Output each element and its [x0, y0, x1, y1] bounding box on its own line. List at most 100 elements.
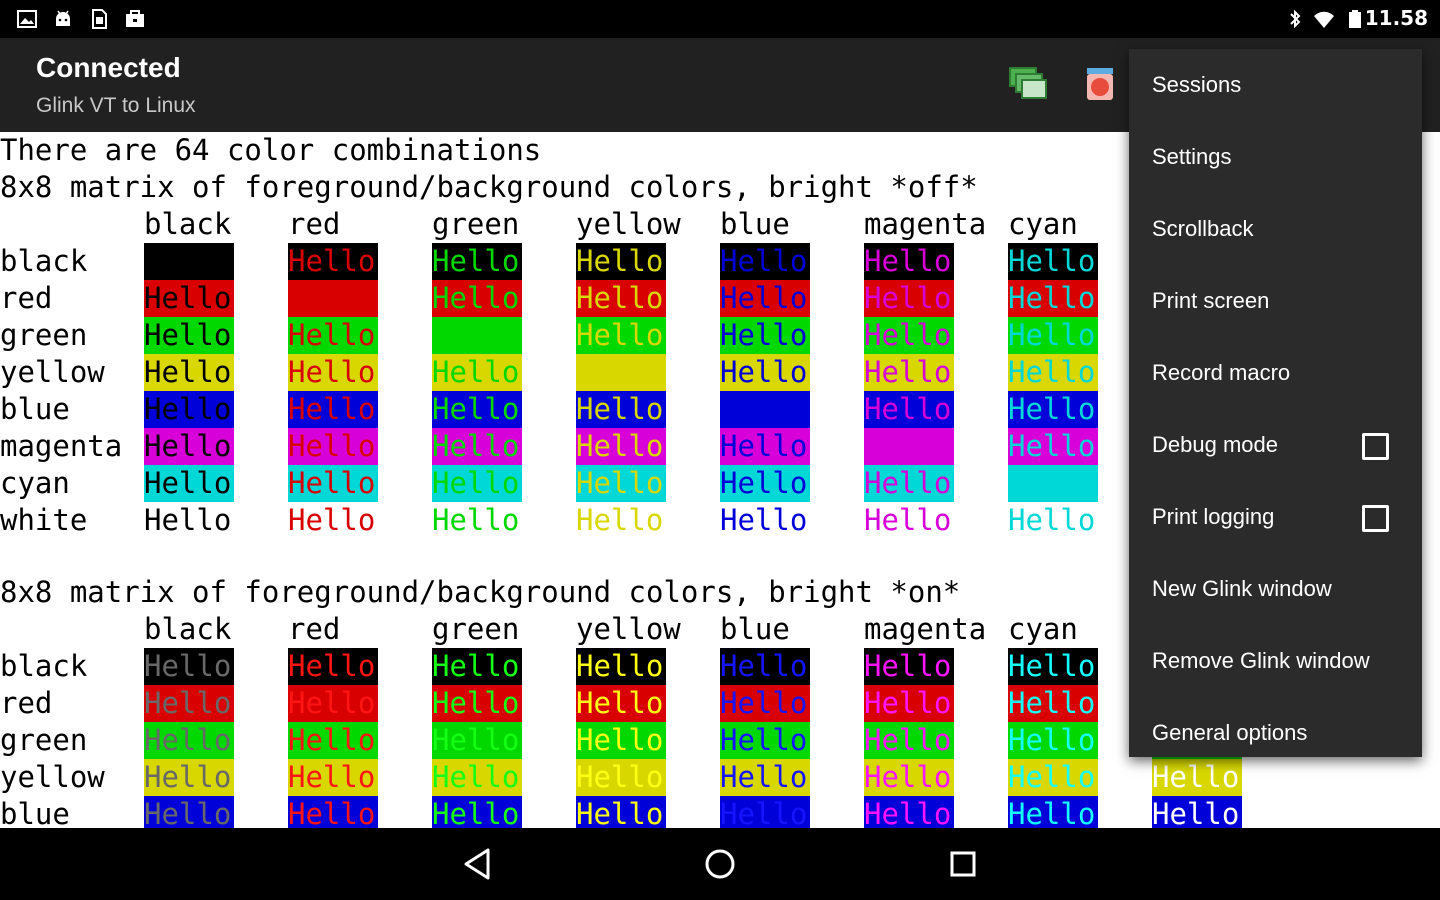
color-cell: Hello	[720, 317, 810, 354]
color-cell: Hello	[576, 317, 666, 354]
menu-item-debug-mode[interactable]: Debug mode	[1129, 409, 1422, 481]
menu-item-record-macro[interactable]: Record macro	[1129, 337, 1422, 409]
home-icon[interactable]	[700, 844, 740, 884]
print-logging-checkbox[interactable]	[1362, 505, 1389, 532]
color-cell: Hello	[864, 759, 954, 796]
color-cell: Hello	[720, 243, 810, 280]
color-cell: Hello	[864, 796, 954, 828]
row-label: red	[0, 281, 53, 315]
row-label: yellow	[0, 355, 105, 389]
on-column-header-blue: blue	[720, 612, 790, 646]
color-cell: Hello	[720, 759, 810, 796]
color-cell: Hello	[432, 722, 522, 759]
color-cell: Hello	[1152, 796, 1242, 828]
bluetooth-icon	[1290, 9, 1301, 29]
color-cell: Hello	[864, 354, 954, 391]
record-icon[interactable]	[1078, 62, 1122, 106]
color-cell: Hello	[720, 465, 810, 502]
back-icon[interactable]	[458, 844, 498, 884]
color-cell: Hello	[576, 391, 666, 428]
color-cell: Hello	[576, 759, 666, 796]
color-cell: Hello	[720, 354, 810, 391]
menu-item-settings[interactable]: Settings	[1129, 121, 1422, 193]
color-cell: Hello	[720, 648, 810, 685]
off-column-header-red: red	[288, 207, 341, 241]
color-cell: Hello	[1008, 648, 1098, 685]
color-cell: Hello	[1008, 796, 1098, 828]
menu-item-general-options[interactable]: General options	[1129, 697, 1422, 769]
row-label: cyan	[0, 466, 70, 500]
color-cell: Hello	[432, 317, 522, 354]
color-cell: Hello	[720, 391, 810, 428]
menu-item-print-logging[interactable]: Print logging	[1129, 481, 1422, 553]
row-label: black	[0, 244, 88, 278]
color-cell: Hello	[432, 759, 522, 796]
color-cell: Hello	[432, 354, 522, 391]
row-label: blue	[0, 797, 70, 828]
color-cell: Hello	[1008, 465, 1098, 502]
color-cell: Hello	[432, 280, 522, 317]
recents-icon[interactable]	[943, 844, 983, 884]
color-cell: Hello	[288, 391, 378, 428]
color-cell: Hello	[864, 648, 954, 685]
navigation-bar	[0, 828, 1440, 900]
color-cell: Hello	[144, 428, 234, 465]
color-cell: Hello	[864, 280, 954, 317]
row-label: yellow	[0, 760, 105, 794]
debug-mode-checkbox[interactable]	[1362, 433, 1389, 460]
color-cell: Hello	[576, 280, 666, 317]
color-cell: Hello	[864, 465, 954, 502]
matrix-off-title: 8x8 matrix of foreground/background colo…	[0, 170, 978, 204]
color-cell: Hello	[432, 243, 522, 280]
menu-item-new-glink-window[interactable]: New Glink window	[1129, 553, 1422, 625]
terminal-header-text: There are 64 color combinations	[0, 133, 542, 167]
color-cell: Hello	[144, 465, 234, 502]
off-column-header-blue: blue	[720, 207, 790, 241]
color-cell: Hello	[720, 428, 810, 465]
briefcase-icon	[126, 10, 144, 27]
color-cell: Hello	[144, 280, 234, 317]
status-time: 11.58	[1364, 6, 1428, 30]
color-cell: Hello	[1008, 317, 1098, 354]
color-cell: Hello	[288, 354, 378, 391]
menu-item-sessions[interactable]: Sessions	[1129, 49, 1422, 121]
sessions-icon[interactable]	[1006, 62, 1050, 106]
color-cell: Hello	[1008, 280, 1098, 317]
off-column-header-cyan: cyan	[1008, 207, 1078, 241]
color-cell: Hello	[1008, 354, 1098, 391]
menu-item-remove-glink-window[interactable]: Remove Glink window	[1129, 625, 1422, 697]
color-cell: Hello	[288, 722, 378, 759]
color-cell: Hello	[720, 280, 810, 317]
color-cell: Hello	[144, 243, 234, 280]
battery-icon	[1349, 10, 1361, 28]
android-icon	[56, 10, 70, 26]
app-title: Connected	[36, 52, 181, 83]
color-cell: Hello	[144, 317, 234, 354]
gallery-icon	[17, 10, 37, 28]
color-cell: Hello	[864, 317, 954, 354]
color-cell: Hello	[1008, 428, 1098, 465]
color-cell: Hello	[144, 796, 234, 828]
menu-item-scrollback[interactable]: Scrollback	[1129, 193, 1422, 265]
color-cell: Hello	[432, 391, 522, 428]
color-cell: Hello	[1008, 759, 1098, 796]
row-label: black	[0, 649, 88, 683]
color-cell: Hello	[1008, 391, 1098, 428]
menu-item-label: New Glink window	[1152, 576, 1332, 601]
color-cell: Hello	[288, 465, 378, 502]
color-cell: Hello	[576, 685, 666, 722]
color-cell: Hello	[864, 391, 954, 428]
color-cell: Hello	[864, 722, 954, 759]
menu-item-print-screen[interactable]: Print screen	[1129, 265, 1422, 337]
status-bar: 11.58	[0, 0, 1440, 38]
color-cell: Hello	[720, 796, 810, 828]
menu-item-label: General options	[1152, 720, 1308, 745]
menu-item-label: Print screen	[1152, 288, 1270, 313]
color-cell: Hello	[432, 796, 522, 828]
color-cell: Hello	[288, 503, 376, 537]
row-label: white	[0, 503, 88, 537]
off-column-header-magenta: magenta	[864, 207, 987, 241]
color-cell: Hello	[288, 685, 378, 722]
color-cell: Hello	[864, 428, 954, 465]
menu-item-label: Record macro	[1152, 360, 1291, 385]
